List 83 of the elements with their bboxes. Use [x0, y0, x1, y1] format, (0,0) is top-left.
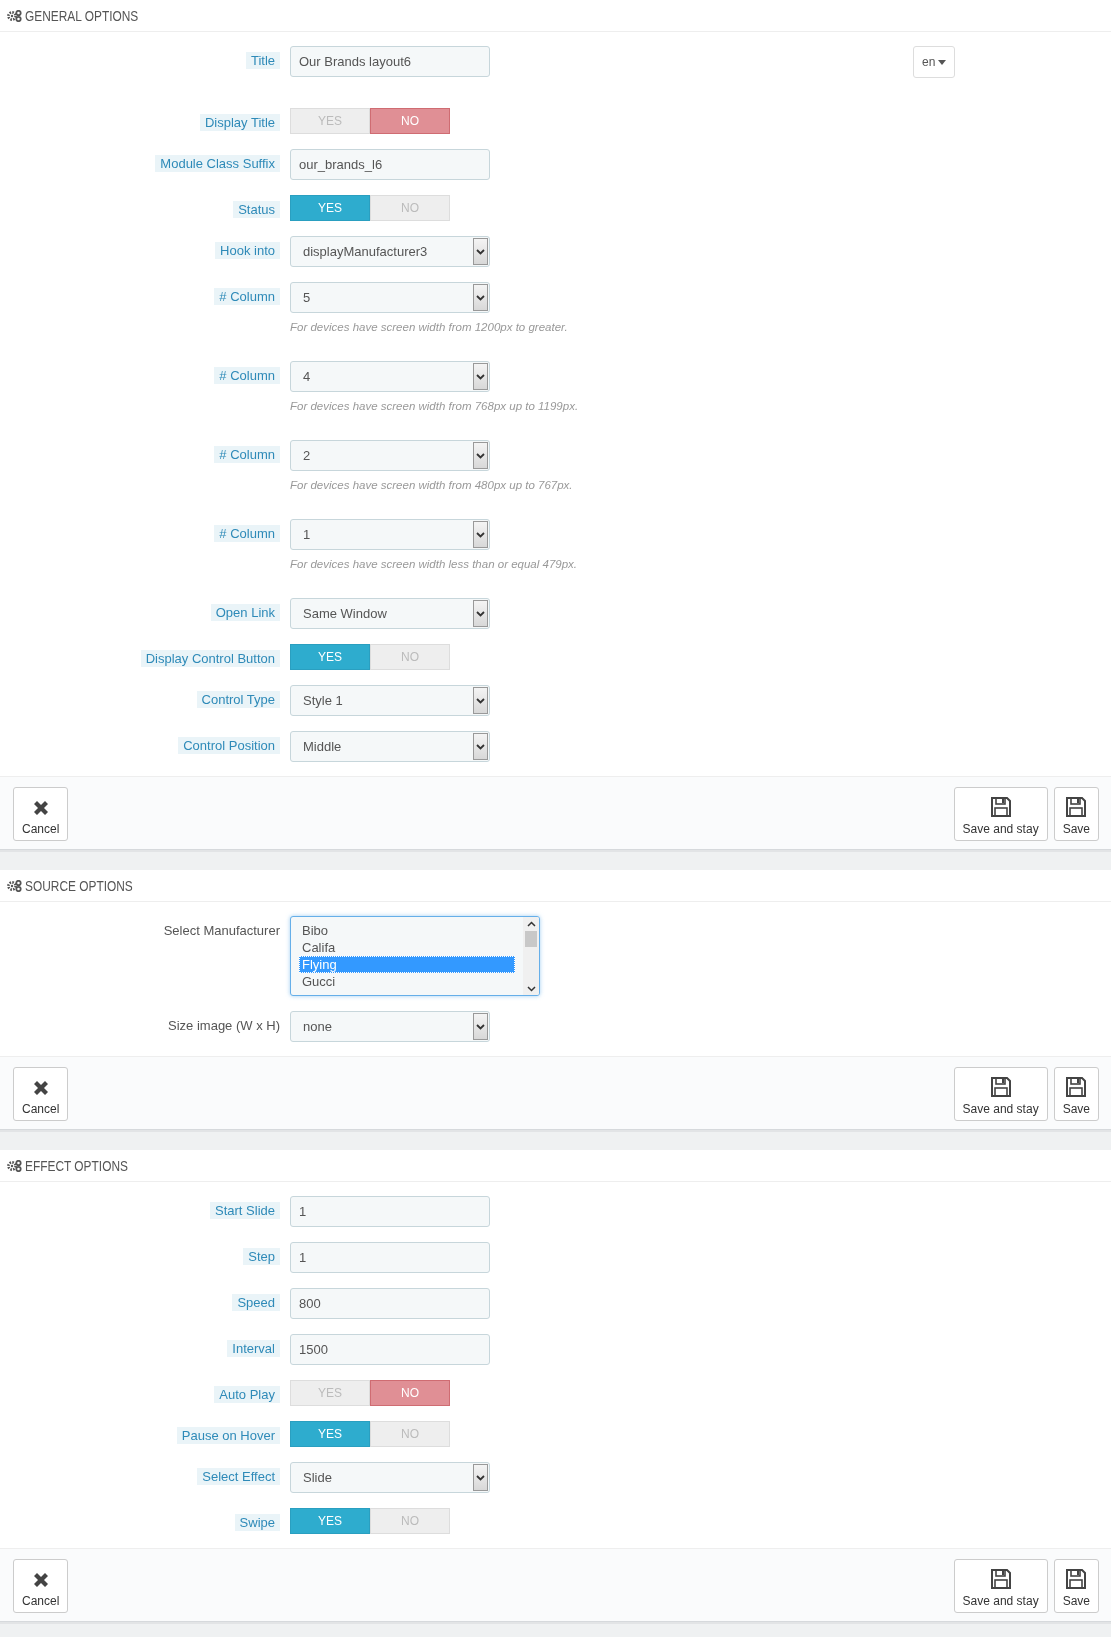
list-option[interactable]: Gucci — [299, 973, 515, 990]
field-label: Speed — [232, 1294, 280, 1311]
field-label: Control Type — [196, 691, 280, 708]
field-label: Select Manufacturer — [163, 922, 280, 939]
floppy-icon — [989, 796, 1012, 818]
scroll-thumb[interactable] — [525, 931, 537, 947]
field-label: Display Control Button — [140, 650, 280, 667]
save-button[interactable]: Save and stay — [953, 1559, 1048, 1613]
save-button[interactable]: Save — [1053, 787, 1099, 841]
field-label: Hook into — [215, 242, 280, 259]
dropdown[interactable]: displayManufacturer3 — [290, 236, 490, 267]
text-field[interactable]: 800 — [290, 1288, 490, 1319]
field-label: Pause on Hover — [176, 1427, 280, 1444]
field-label: Control Position — [178, 737, 280, 754]
help-text: For devices have screen width from 1200px to greater. — [290, 320, 568, 335]
field-label: Status — [233, 201, 280, 218]
chevron-down-icon — [476, 610, 485, 617]
language-button[interactable]: en — [913, 46, 956, 78]
help-text: For devices have screen width from 480px up to 767px. — [290, 478, 573, 493]
list-option[interactable]: Califa — [299, 939, 515, 956]
caret-icon — [938, 59, 947, 65]
scroll-down-icon[interactable] — [526, 984, 536, 993]
field-label: Display Title — [199, 114, 280, 131]
dropdown[interactable]: Slide — [290, 1462, 490, 1493]
chevron-down-icon — [476, 248, 485, 255]
save-button[interactable]: Save — [1053, 1067, 1099, 1121]
panel-title: EFFECT OPTIONS — [25, 1157, 128, 1174]
help-text: For devices have screen width from 768px up to 1199px. — [290, 399, 579, 414]
chevron-down-icon — [476, 743, 485, 750]
text-field[interactable]: our_brands_l6 — [290, 149, 490, 180]
save-button[interactable]: Save and stay — [953, 787, 1048, 841]
field-label: Open Link — [210, 604, 280, 621]
field-label: Interval — [227, 1340, 280, 1357]
chevron-down-icon — [476, 452, 485, 459]
field-label: Step — [243, 1248, 280, 1265]
dropdown[interactable]: 4 — [290, 361, 490, 392]
chevron-down-icon — [476, 531, 485, 538]
cancel-button[interactable]: Cancel — [13, 1559, 69, 1613]
text-field[interactable]: 1500 — [290, 1334, 490, 1365]
save-button[interactable]: Save — [1053, 1559, 1099, 1613]
floppy-icon — [989, 1568, 1012, 1590]
floppy-icon — [1065, 1076, 1088, 1098]
text-field[interactable]: 1 — [290, 1196, 490, 1227]
text-field[interactable]: Our Brands layout6 — [290, 46, 490, 77]
floppy-icon — [989, 1076, 1012, 1098]
chevron-down-icon — [476, 373, 485, 380]
field-label: Start Slide — [210, 1202, 280, 1219]
dropdown[interactable]: Style 1 — [290, 685, 490, 716]
cancel-button[interactable]: Cancel — [13, 1067, 69, 1121]
dropdown[interactable]: 1 — [290, 519, 490, 550]
floppy-icon — [1065, 1568, 1088, 1590]
panel-title: GENERAL OPTIONS — [25, 7, 139, 24]
list-box[interactable]: Bibo Califa Flying Gucci — [290, 916, 540, 996]
gears-icon — [7, 879, 22, 892]
chevron-down-icon — [476, 697, 485, 704]
scroll-up-icon[interactable] — [526, 920, 536, 929]
cancel-button[interactable]: Cancel — [13, 787, 69, 841]
dropdown[interactable]: Same Window — [290, 598, 490, 629]
field-label: # Column — [214, 288, 280, 305]
field-label: Module Class Suffix — [155, 155, 280, 172]
list-option[interactable]: Bibo — [299, 922, 515, 939]
dropdown[interactable]: Middle — [290, 731, 490, 762]
field-label: Title — [245, 52, 280, 69]
dropdown[interactable]: 5 — [290, 282, 490, 313]
field-label: Swipe — [234, 1514, 280, 1531]
dropdown[interactable]: none — [290, 1011, 490, 1042]
chevron-down-icon — [476, 294, 485, 301]
save-button[interactable]: Save and stay — [953, 1067, 1048, 1121]
panel-title: SOURCE OPTIONS — [25, 877, 133, 894]
field-label: Select Effect — [197, 1468, 280, 1485]
field-label: # Column — [214, 446, 280, 463]
field-label: # Column — [214, 525, 280, 542]
chevron-down-icon — [476, 1023, 485, 1030]
field-label: Auto Play — [214, 1386, 280, 1403]
gears-icon — [7, 9, 22, 22]
field-label: # Column — [214, 367, 280, 384]
gears-icon — [7, 1159, 22, 1172]
chevron-down-icon — [476, 1474, 485, 1481]
help-text: For devices have screen width less than or equal 479px. — [290, 557, 578, 572]
floppy-icon — [1065, 796, 1088, 818]
field-label: Size image (W x H) — [168, 1017, 280, 1034]
dropdown[interactable]: 2 — [290, 440, 490, 471]
text-field[interactable]: 1 — [290, 1242, 490, 1273]
